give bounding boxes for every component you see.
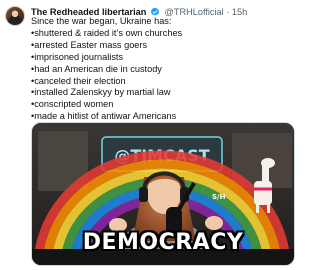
tweet-line: •canceled their election (31, 75, 126, 86)
meme-caption: DEMOCRACY (82, 230, 244, 255)
tweet-image[interactable]: @TIMCAST S/H DEMOCRACY (31, 122, 295, 266)
tweet-line: •shuttered & raided it’s own churches (31, 27, 183, 38)
avatar[interactable] (5, 6, 25, 26)
tweet-line: •imprisoned journalists (31, 51, 124, 62)
tweet-line: Since the war began, Ukraine has: (31, 16, 172, 26)
tweet-line: •conscripted women (31, 99, 114, 110)
tweet-line: •had an American die in custody (31, 63, 162, 74)
tweet-line: •installed Zalenskyy by martial law (31, 87, 171, 98)
mic-label: S/H (212, 193, 226, 201)
tweet-line: •arrested Easter mass goers (31, 39, 148, 50)
tweet-text: Since the war began, Ukraine has: •shutt… (31, 16, 293, 123)
